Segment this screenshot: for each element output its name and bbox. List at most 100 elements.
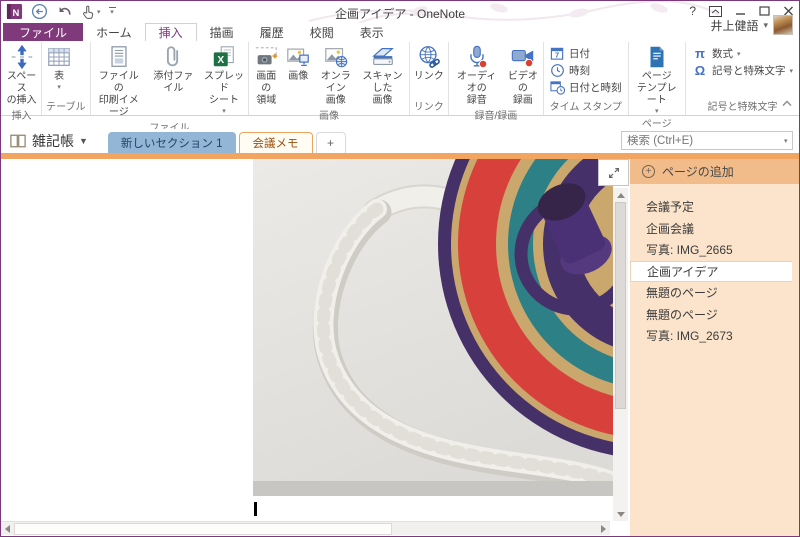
page-templates-button[interactable]: ページ テンプレート ▾ — [630, 42, 684, 115]
online-pictures-icon — [324, 48, 347, 68]
section-tab-meeting-notes[interactable]: 会議メモ — [238, 132, 313, 153]
chevron-down-icon: ▾ — [763, 19, 768, 30]
vertical-scrollbar[interactable] — [613, 188, 628, 521]
calendar-icon: 7 — [550, 47, 564, 60]
button-label: オンライン 画像 — [320, 71, 351, 106]
full-page-view-button[interactable] — [598, 159, 629, 186]
horizontal-scrollbar[interactable] — [1, 521, 610, 535]
horizontal-scroll-thumb[interactable] — [14, 522, 392, 535]
clock-icon — [551, 64, 564, 77]
paperclip-icon — [167, 46, 179, 67]
file-printout-button[interactable]: ファイルの 印刷イメージ — [92, 42, 147, 119]
insert-space-icon — [11, 44, 32, 70]
screen-clipping-button[interactable]: 画面の 領域 — [250, 42, 282, 107]
record-video-button[interactable]: ビデオの 録画 — [504, 42, 542, 107]
button-label: 記号と特殊文字 — [711, 65, 786, 77]
group-label: 画像 — [318, 111, 339, 122]
date-and-time-button[interactable]: 日付と時刻 — [547, 79, 625, 96]
scroll-up-button[interactable] — [613, 188, 628, 202]
table-icon — [48, 47, 71, 67]
button-label: 表 — [54, 71, 65, 82]
scroll-left-button[interactable] — [1, 522, 14, 535]
page-item-photo-img2665[interactable]: 写真: IMG_2665 — [630, 239, 799, 261]
tab-insert[interactable]: 挿入 — [144, 23, 197, 41]
group-link: リンク リンク — [410, 42, 449, 115]
page-canvas[interactable] — [1, 159, 630, 536]
add-page-label: ページの追加 — [662, 165, 734, 179]
video-camera-icon — [511, 49, 534, 68]
scanned-image-button[interactable]: スキャンした 画像 — [357, 42, 407, 107]
chevron-down-icon: ▾ — [110, 9, 114, 16]
window-title: 企画アイデア - OneNote — [334, 7, 466, 21]
section-tab-new-section-1[interactable]: 新しいセクション 1 — [107, 132, 236, 153]
button-label: 数式 — [711, 48, 733, 60]
pictures-button[interactable]: 画像 — [282, 42, 314, 83]
link-button[interactable]: リンク — [411, 42, 447, 83]
svg-text:7: 7 — [555, 51, 559, 60]
group-images: 画面の 領域 画像 オンライン 画像 スキャンした 画像 画像 — [249, 42, 410, 122]
page-item-planning-idea-selected[interactable]: 企画アイデア — [630, 260, 792, 282]
vertical-scroll-track[interactable] — [613, 202, 628, 507]
customize-qat-button[interactable]: ▾ — [108, 7, 116, 16]
page-item-planning-meeting[interactable]: 企画会議 — [630, 218, 799, 240]
calendar-clock-icon — [550, 81, 566, 95]
tab-view[interactable]: 表示 — [347, 23, 397, 41]
insert-space-button[interactable]: スペース の挿入 — [3, 42, 40, 107]
spinning-top-photo[interactable] — [253, 159, 613, 496]
search-scope-dropdown-icon[interactable]: ▾ — [784, 138, 788, 145]
group-label: リンク — [413, 102, 444, 113]
page-item-untitled-2[interactable]: 無題のページ — [630, 304, 799, 326]
new-section-button[interactable]: + — [315, 132, 346, 153]
table-button[interactable]: 表 ▾ — [43, 42, 75, 91]
account-menu[interactable]: 井上健語 ▾ — [710, 15, 793, 35]
page-item-meeting-schedule[interactable]: 会議予定 — [630, 196, 799, 218]
button-label: 日付 — [569, 48, 591, 60]
page-list-panel: + ページの追加 会議予定 企画会議 写真: IMG_2665 企画アイデア 無… — [630, 159, 799, 536]
help-button[interactable]: ? — [689, 4, 696, 18]
plus-circle-icon: + — [642, 165, 655, 178]
search-input[interactable] — [627, 134, 781, 147]
attach-file-button[interactable]: 添付ファイル — [146, 42, 201, 95]
search-box[interactable]: ▾ — [621, 131, 793, 150]
file-printout-icon — [111, 46, 127, 67]
undo-button[interactable] — [56, 4, 72, 20]
scroll-right-button[interactable] — [597, 522, 610, 535]
onenote-logo-icon: N — [6, 3, 23, 20]
equation-button[interactable]: π 数式 ▾ — [689, 45, 796, 62]
page-item-photo-img2673[interactable]: 写真: IMG_2673 — [630, 325, 799, 347]
button-label: ファイルの 印刷イメージ — [98, 71, 139, 118]
tab-history[interactable]: 履歴 — [247, 23, 297, 41]
add-page-button[interactable]: + ページの追加 — [630, 159, 799, 184]
scanner-icon — [371, 48, 394, 65]
notebook-name: 雑記帳 — [32, 133, 74, 149]
tab-draw[interactable]: 描画 — [197, 23, 247, 41]
collapse-ribbon-button[interactable] — [782, 94, 792, 112]
pictures-icon — [287, 48, 310, 66]
spreadsheet-button[interactable]: X スプレッド シート ▾ — [201, 42, 248, 115]
tab-home[interactable]: ホーム — [83, 23, 145, 41]
content-area: + ページの追加 会議予定 企画会議 写真: IMG_2665 企画アイデア 無… — [1, 159, 799, 536]
chevron-down-icon: ▾ — [736, 50, 741, 58]
group-label: 挿入 — [11, 111, 32, 122]
online-pictures-button[interactable]: オンライン 画像 — [314, 42, 357, 107]
button-label: リンク — [413, 71, 444, 82]
user-avatar — [773, 15, 793, 35]
vertical-scroll-thumb[interactable] — [615, 202, 626, 410]
record-audio-button[interactable]: オーディオの 録音 — [450, 42, 504, 107]
microphone-icon — [469, 45, 487, 69]
group-files: ファイルの 印刷イメージ 添付ファイル X スプレッド シート ▾ ファイル — [91, 42, 250, 134]
scroll-down-button[interactable] — [613, 507, 628, 521]
page-item-untitled-1[interactable]: 無題のページ — [630, 282, 799, 304]
tab-review[interactable]: 校閲 — [297, 23, 347, 41]
screen-clipping-icon — [256, 47, 278, 65]
tab-file[interactable]: ファイル — [3, 23, 84, 41]
ribbon-insert: スペース の挿入 挿入 表 ▾ テーブル ファイルの 印刷イメージ 添付ファイル… — [1, 41, 799, 134]
notebook-selector[interactable]: 雑記帳 ▼ — [9, 131, 88, 151]
date-button[interactable]: 7 日付 — [547, 45, 625, 62]
button-label: スキャンした 画像 — [362, 71, 403, 106]
symbol-button[interactable]: Ω 記号と特殊文字 ▾ — [689, 62, 796, 79]
touch-mouse-mode-button[interactable]: ▾ — [80, 4, 101, 20]
time-button[interactable]: 時刻 — [547, 62, 625, 79]
button-label: 画面の 領域 — [256, 71, 277, 106]
back-button[interactable] — [31, 3, 48, 20]
